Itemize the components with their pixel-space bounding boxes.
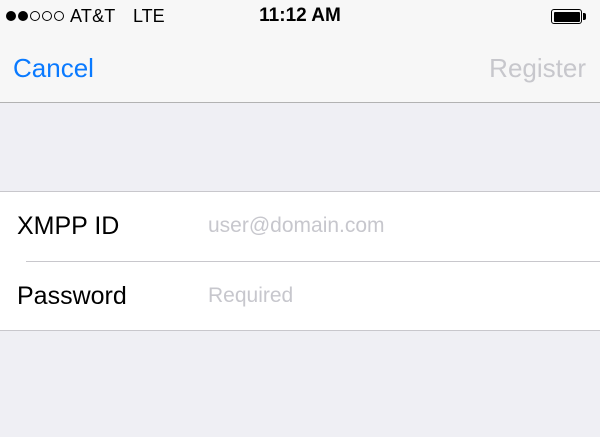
password-label: Password — [17, 282, 127, 310]
registration-form: XMPP ID Password — [0, 191, 600, 331]
battery-tip-icon — [583, 13, 586, 20]
xmpp-id-row[interactable]: XMPP ID — [0, 192, 600, 261]
xmpp-id-label: XMPP ID — [17, 212, 120, 240]
xmpp-id-input[interactable] — [208, 206, 588, 246]
password-row[interactable]: Password — [0, 262, 600, 331]
status-bar: AT&T LTE 11:12 AM — [0, 0, 600, 34]
battery-fill — [553, 11, 580, 22]
cancel-button[interactable]: Cancel — [13, 53, 94, 84]
status-time: 11:12 AM — [259, 5, 341, 26]
register-button[interactable]: Register — [489, 53, 586, 84]
header-area: AT&T LTE 11:12 AM Cancel Register — [0, 0, 600, 103]
battery-icon — [551, 9, 582, 24]
password-input[interactable] — [208, 276, 588, 316]
